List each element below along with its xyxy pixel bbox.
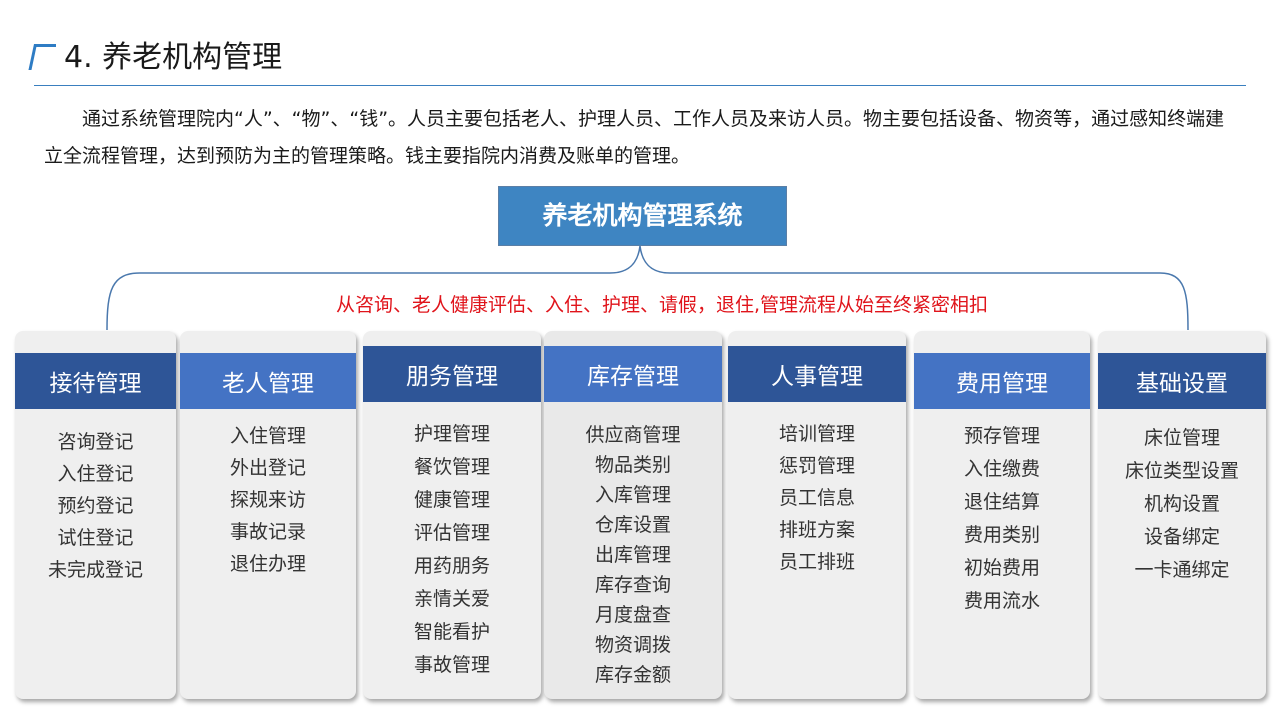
list-item: 物品类别 <box>594 454 671 476</box>
list-item: 入住管理 <box>229 425 306 447</box>
list-item: 培训管理 <box>778 423 855 445</box>
list-item: 护理管理 <box>413 423 490 445</box>
panel-header: 人事管理 <box>728 346 906 402</box>
list-item: 探规来访 <box>229 489 306 511</box>
panel-fees: 费用管理 预存管理 入住缴费 退住结算 费用类别 初始费用 费用流水 <box>914 331 1090 699</box>
list-item: 智能看护 <box>413 621 490 643</box>
list-item: 库存查询 <box>594 574 671 596</box>
list-item: 预约登记 <box>57 495 134 517</box>
list-item: 外出登记 <box>229 457 306 479</box>
list-item: 试住登记 <box>57 527 134 549</box>
list-item: 费用流水 <box>963 590 1040 612</box>
list-item: 设备绑定 <box>1143 526 1220 548</box>
list-item: 员工排班 <box>778 551 855 573</box>
list-item: 入库管理 <box>594 484 671 506</box>
panel-basic-settings: 基础设置 床位管理 床位类型设置 机构设置 设备绑定 一卡通绑定 <box>1098 331 1266 699</box>
list-item: 餐饮管理 <box>413 456 490 478</box>
list-item: 用药朋务 <box>413 555 490 577</box>
panel-items: 床位管理 床位类型设置 机构设置 设备绑定 一卡通绑定 <box>1098 422 1266 587</box>
list-item: 一卡通绑定 <box>1134 559 1230 581</box>
flow-note: 从咨询、老人健康评估、入住、护理、请假，退住,管理流程从始至终紧密相扣 <box>336 294 989 316</box>
list-item: 事故记录 <box>229 521 306 543</box>
panel-hr: 人事管理 培训管理 惩罚管理 员工信息 排班方案 员工排班 <box>728 331 906 699</box>
panel-items: 护理管理 餐饮管理 健康管理 评估管理 用药朋务 亲情关爱 智能看护 事故管理 <box>363 418 541 682</box>
list-item: 员工信息 <box>778 487 855 509</box>
list-item: 入住登记 <box>57 463 134 485</box>
list-item: 未完成登记 <box>47 559 143 581</box>
list-item: 预存管理 <box>963 425 1040 447</box>
list-item: 物资调拨 <box>594 634 671 656</box>
panel-reception: 接待管理 咨询登记 入住登记 预约登记 试住登记 未完成登记 <box>15 331 176 699</box>
list-item: 床位类型设置 <box>1124 460 1239 482</box>
list-item: 出库管理 <box>594 544 671 566</box>
list-item: 月度盘查 <box>594 604 671 626</box>
panel-items: 入住管理 外出登记 探规来访 事故记录 退住办理 <box>180 420 356 580</box>
panel-items: 咨询登记 入住登记 预约登记 试住登记 未完成登记 <box>15 426 176 586</box>
list-item: 费用类别 <box>963 524 1040 546</box>
panel-header: 费用管理 <box>914 353 1090 409</box>
panel-items: 供应商管理 物品类别 入库管理 仓库设置 出库管理 库存查询 月度盘查 物资调拨… <box>544 420 722 690</box>
list-item: 供应商管理 <box>585 424 681 446</box>
list-item: 咨询登记 <box>57 431 134 453</box>
panel-header: 基础设置 <box>1098 353 1266 409</box>
panel-items: 预存管理 入住缴费 退住结算 费用类别 初始费用 费用流水 <box>914 420 1090 618</box>
panel-header: 朋务管理 <box>363 346 541 402</box>
list-item: 亲情关爱 <box>413 588 490 610</box>
panel-header: 库存管理 <box>544 346 722 402</box>
list-item: 退住结算 <box>963 491 1040 513</box>
panel-service: 朋务管理 护理管理 餐饮管理 健康管理 评估管理 用药朋务 亲情关爱 智能看护 … <box>363 331 541 699</box>
list-item: 健康管理 <box>413 489 490 511</box>
panel-items: 培训管理 惩罚管理 员工信息 排班方案 员工排班 <box>728 418 906 578</box>
panel-inventory: 库存管理 供应商管理 物品类别 入库管理 仓库设置 出库管理 库存查询 月度盘查… <box>544 331 722 699</box>
panel-header: 老人管理 <box>180 353 356 409</box>
list-item: 机构设置 <box>1143 493 1220 515</box>
panel-header: 接待管理 <box>15 353 176 409</box>
list-item: 惩罚管理 <box>778 455 855 477</box>
list-item: 库存金额 <box>594 664 671 686</box>
list-item: 入住缴费 <box>963 458 1040 480</box>
list-item: 仓库设置 <box>594 514 671 536</box>
panel-elderly: 老人管理 入住管理 外出登记 探规来访 事故记录 退住办理 <box>180 331 356 699</box>
list-item: 事故管理 <box>413 654 490 676</box>
hierarchy-bracket <box>106 245 1189 331</box>
list-item: 退住办理 <box>229 553 306 575</box>
list-item: 评估管理 <box>413 522 490 544</box>
list-item: 初始费用 <box>963 557 1040 579</box>
list-item: 排班方案 <box>778 519 855 541</box>
list-item: 床位管理 <box>1143 427 1220 449</box>
